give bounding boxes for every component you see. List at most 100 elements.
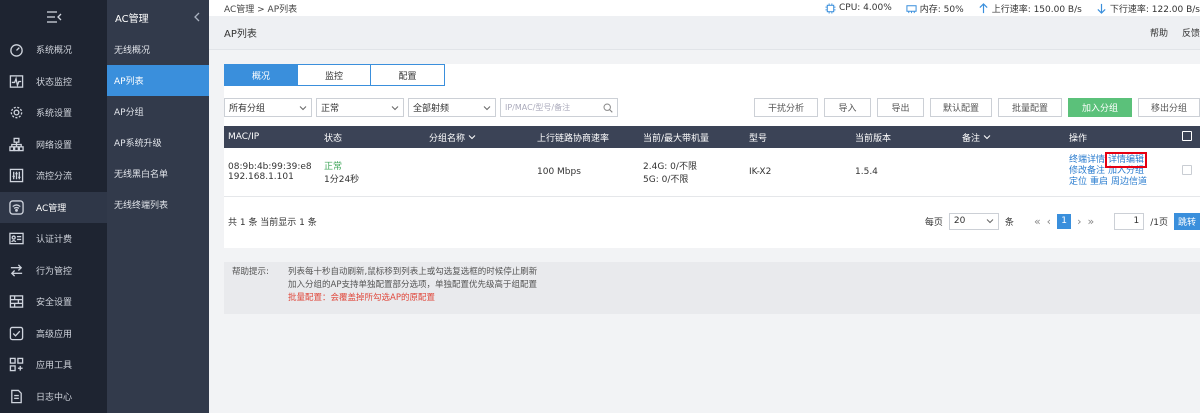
sidebar-item-0[interactable]: 系统概况 [0,34,107,66]
edit-remark-link[interactable]: 修改备注 [1069,166,1105,176]
check-box-icon [8,325,24,341]
goto-page-input[interactable]: 1 [1114,212,1145,230]
action-buttons: 干扰分析 导入 导出 默认配置 批量配置 加入分组 移出分组 [754,98,1200,117]
jump-button[interactable]: 跳转 [1173,212,1200,230]
dashboard-icon [8,42,24,58]
sidebar-item-2[interactable]: 系统设置 [0,97,107,129]
sidebar-item-label: 日志中心 [36,392,73,403]
col-mac-ip: MAC/IP [224,126,320,148]
cell-version: 1.5.4 [851,148,958,197]
tab-overview[interactable]: 概况 [225,65,298,85]
edit-details-link[interactable]: 详情编辑 [1105,152,1148,169]
log-icon [8,388,24,404]
add-to-group-button[interactable]: 加入分组 [1068,98,1132,117]
group-select[interactable]: 所有分组 [224,98,312,117]
default-config-button[interactable]: 默认配置 [930,98,992,117]
sidebar-item-4[interactable]: 流控分流 [0,160,107,192]
col-select-all [1178,126,1200,148]
frequency-select[interactable]: 全部射频 [408,98,496,117]
search-icon[interactable] [603,102,613,113]
cell-model: IK-X2 [745,148,851,197]
batch-config-button[interactable]: 批量配置 [998,98,1062,117]
export-button[interactable]: 导出 [877,98,924,117]
help-line-2: 加入分组的AP支持单独配置部分选项，单独配置优先级高于组配置 [288,280,537,290]
col-group[interactable]: 分组名称 [425,126,533,148]
sidebar-item-label: 安全设置 [36,298,73,309]
subnav-item-5[interactable]: 无线终端列表 [107,189,209,220]
cell-load: 2.4G: 0/不限 5G: 0/不限 [639,148,745,197]
sidebar-item-label: 高级应用 [36,329,73,340]
subnav-item-3[interactable]: AP系统升级 [107,127,209,158]
reboot-link[interactable]: 重启 [1090,177,1108,187]
sliders-icon [8,168,24,184]
id-card-icon [8,231,24,247]
search-box [500,98,618,117]
col-version: 当前版本 [851,126,958,148]
apps-icon [8,357,24,373]
mac-address: 08:9b:4b:99:39:e8 [228,161,312,172]
help-link[interactable]: 帮助 [1150,26,1168,39]
nearby-channels-link[interactable]: 周边信道 [1111,177,1147,187]
sidebar-item-7[interactable]: 行为管控 [0,255,107,287]
help-line-1: 列表每十秒自动刷新,鼠标移到列表上或勾选复选框的时候停止刷新 [288,267,538,277]
monitor-icon [8,73,24,89]
first-page-icon[interactable]: « [1034,215,1041,228]
select-all-checkbox[interactable] [1182,130,1192,141]
sidebar-item-label: 应用工具 [36,361,73,372]
sidebar-item-label: 认证计费 [36,235,73,246]
sidebar-item-1[interactable]: 状态监控 [0,66,107,98]
locate-link[interactable]: 定位 [1069,177,1087,187]
sidebar-item-label: 系统设置 [36,109,73,120]
last-page-icon[interactable]: » [1087,215,1094,228]
status-select[interactable]: 正常 [316,98,404,117]
sidebar-item-label: 行为管控 [36,266,73,277]
tab-monitor[interactable]: 监控 [298,65,371,85]
interference-analysis-button[interactable]: 干扰分析 [754,98,818,117]
sidebar-item-9[interactable]: 高级应用 [0,318,107,350]
chevron-left-icon[interactable] [193,12,201,22]
page-header: AP列表 帮助 反馈 [209,16,1200,50]
import-button[interactable]: 导入 [824,98,871,117]
client-details-link[interactable]: 终端详情 [1069,155,1105,165]
ip-address: 192.168.1.101 [228,171,294,182]
feedback-link[interactable]: 反馈 [1182,26,1200,39]
sidebar-item-label: 流控分流 [36,172,73,183]
add-to-group-link[interactable]: 加入分组 [1108,166,1144,176]
subnav-item-2[interactable]: AP分组 [107,96,209,127]
sidebar-item-8[interactable]: 安全设置 [0,286,107,318]
subnav-item-0[interactable]: 无线概况 [107,34,209,65]
primary-sidebar: 系统概况 状态监控系统设置网络设置流控分流 AC管理认证计费行为管控安全设置高级应用… [0,0,107,413]
sidebar-item-6[interactable]: 认证计费 [0,223,107,255]
cell-select [1178,148,1200,197]
chevron-down-icon [983,134,991,139]
help-tips: 帮助提示: 列表每十秒自动刷新,鼠标移到列表上或勾选复选框的时候停止刷新 加入分组… [224,262,1200,314]
ap-list-panel: 概况 监控 配置 所有分组 正常 全部射频 干扰分析 导入 [224,64,1200,248]
row-checkbox[interactable] [1182,165,1192,176]
arrow-up-icon [979,2,988,13]
col-remark[interactable]: 备注 [958,126,1065,148]
search-input[interactable] [505,103,601,112]
current-page[interactable]: 1 [1057,213,1072,229]
cell-status: 正常 1分24秒 [320,148,425,197]
subnav-item-1[interactable]: AP列表 [107,65,209,96]
help-warning: 批量配置：会覆盖掉所勾选AP的原配置 [288,293,435,303]
cell-remark [958,148,1065,197]
tab-config[interactable]: 配置 [371,65,444,85]
chevron-down-icon [986,219,994,224]
sidebar-item-11[interactable]: 日志中心 [0,381,107,413]
next-page-icon[interactable]: › [1077,215,1081,228]
network-icon [8,136,24,152]
sidebar-item-5[interactable]: AC管理 [0,191,107,223]
sidebar-item-3[interactable]: 网络设置 [0,129,107,161]
sidebar-item-10[interactable]: 应用工具 [0,349,107,381]
remove-from-group-button[interactable]: 移出分组 [1138,98,1200,117]
chevron-down-icon [391,105,399,110]
subnav-item-4[interactable]: 无线黑白名单 [107,158,209,189]
prev-page-icon[interactable]: ‹ [1047,215,1051,228]
page-size-select[interactable]: 20 [948,212,999,230]
download-stat: 下行速率: 122.00 B/s [1096,2,1200,15]
page-title: AP列表 [224,29,257,40]
col-model: 型号 [745,126,851,148]
menu-collapse-icon[interactable] [0,0,107,34]
chevron-down-icon [483,105,491,110]
